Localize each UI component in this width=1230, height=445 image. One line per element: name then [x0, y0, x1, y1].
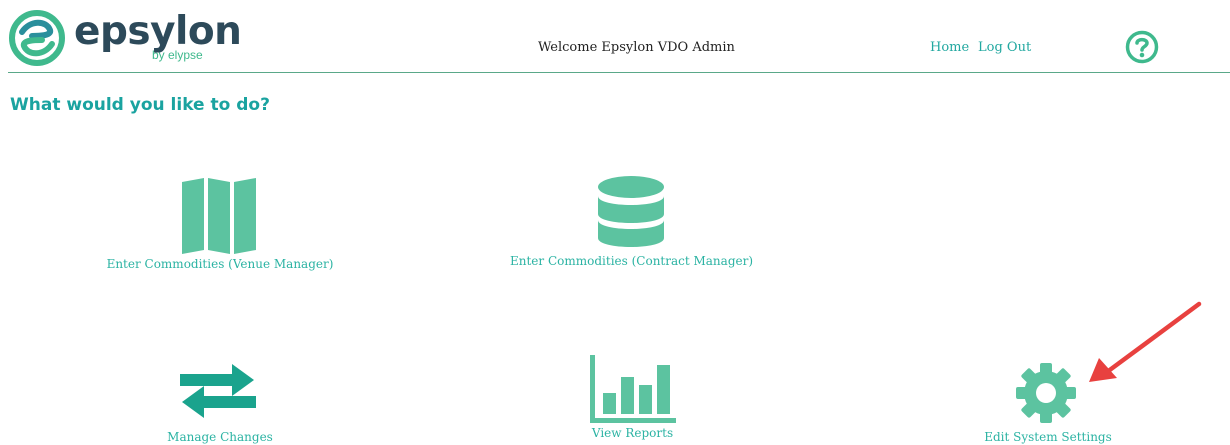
nav-home-link[interactable]: Home — [930, 40, 969, 55]
tile-label: View Reports — [591, 426, 674, 440]
page-title: What would you like to do? — [10, 95, 270, 115]
exchange-arrows-icon — [180, 364, 256, 418]
tile-enter-commodities-venue[interactable]: Enter Commodities (Venue Manager) — [100, 175, 340, 275]
logo-tagline: by elypse — [152, 48, 203, 62]
welcome-message: Welcome Epsylon VDO Admin — [538, 40, 735, 55]
header: epsylon by elypse Welcome Epsylon VDO Ad… — [0, 0, 1230, 72]
gear-icon — [1016, 363, 1076, 423]
red-arrow-icon — [1089, 301, 1202, 382]
tile-manage-changes[interactable]: Manage Changes — [140, 360, 300, 445]
header-divider — [8, 72, 1230, 73]
tile-label: Enter Commodities (Contract Manager) — [510, 254, 754, 268]
tile-label: Edit System Settings — [984, 430, 1112, 444]
tile-enter-commodities-contract[interactable]: Enter Commodities (Contract Manager) — [510, 175, 753, 275]
database-icon — [598, 176, 664, 247]
tile-label: Enter Commodities (Venue Manager) — [106, 257, 334, 271]
tile-label: Manage Changes — [167, 430, 273, 444]
question-circle-icon[interactable] — [1125, 30, 1159, 64]
map-icon — [182, 178, 256, 254]
nav-logout-link[interactable]: Log Out — [978, 40, 1031, 55]
epsylon-logo-icon — [9, 10, 65, 66]
bar-chart-icon — [590, 355, 676, 423]
tile-view-reports[interactable]: View Reports — [560, 355, 705, 445]
logo[interactable]: epsylon by elypse — [8, 10, 242, 66]
